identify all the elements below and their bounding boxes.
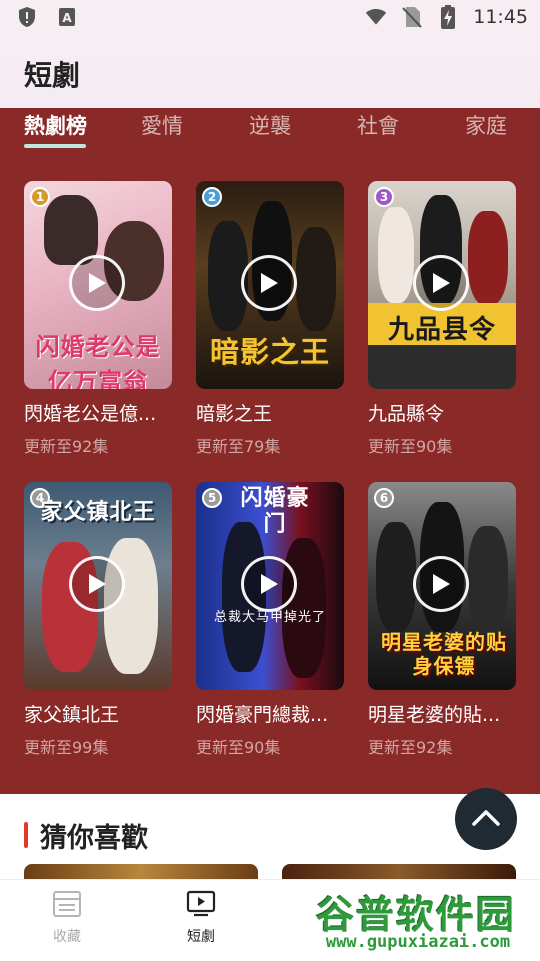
- tab-society[interactable]: 社會: [357, 110, 399, 140]
- category-tabs: 熱劇榜 愛情 逆襲 社會 家庭: [0, 108, 540, 152]
- drama-title[interactable]: 閃婚老公是億...: [24, 399, 172, 426]
- watermark-logo-text: 谷普软件园: [315, 893, 516, 937]
- poster-banner: [368, 345, 516, 389]
- drama-poster[interactable]: 6 明星老婆的贴身保镖: [368, 482, 516, 690]
- poster-figure: [468, 526, 508, 634]
- drama-card[interactable]: 2 暗影之王 暗影之王 更新至79集: [196, 181, 344, 461]
- play-icon[interactable]: [241, 556, 297, 612]
- tab-comeback[interactable]: 逆襲: [249, 110, 291, 140]
- drama-title[interactable]: 家父鎮北王: [24, 700, 172, 727]
- drama-card[interactable]: 5 闪婚豪门 总裁大马甲掉光了 閃婚豪門總裁... 更新至90集: [196, 482, 344, 762]
- watermark-url: www.gupuxiazai.com: [325, 932, 511, 952]
- episode-count: 更新至90集: [368, 437, 453, 456]
- status-bar: A 11:45: [0, 0, 540, 36]
- tab-hot-ranking[interactable]: 熱劇榜: [24, 110, 87, 140]
- list-icon: [52, 891, 82, 922]
- battery-charging-icon: [437, 5, 459, 29]
- nav-favorites[interactable]: 收藏: [27, 890, 107, 946]
- active-tab-indicator: [24, 144, 86, 148]
- drama-title[interactable]: 九品縣令: [368, 399, 516, 426]
- no-sim-icon: [401, 6, 423, 28]
- drama-title[interactable]: 暗影之王: [196, 399, 344, 426]
- section-title: 猜你喜歡: [40, 823, 148, 854]
- play-icon[interactable]: [69, 556, 125, 612]
- poster-title-text: 明星老婆的贴身保镖: [381, 630, 507, 678]
- nav-label: 短劇: [187, 929, 215, 945]
- play-icon[interactable]: [69, 255, 125, 311]
- play-icon[interactable]: [413, 556, 469, 612]
- keyboard-a-icon: A: [56, 6, 78, 28]
- chevron-up-icon: [471, 807, 501, 831]
- rank-badge: 1: [30, 187, 50, 207]
- drama-title[interactable]: 明星老婆的貼...: [368, 700, 516, 727]
- play-icon[interactable]: [413, 255, 469, 311]
- nav-short-drama[interactable]: 短劇: [161, 890, 241, 946]
- drama-title[interactable]: 閃婚豪門總裁...: [196, 700, 344, 727]
- watermark: 谷普软件园 www.gupuxiazai.com: [296, 884, 540, 960]
- tab-family[interactable]: 家庭: [465, 110, 507, 140]
- poster-figure: [468, 211, 508, 305]
- page-title: 短劇: [24, 59, 81, 92]
- poster-title-text: 家父镇北王: [40, 500, 156, 525]
- rank-badge: 5: [202, 488, 222, 508]
- drama-card[interactable]: 6 明星老婆的贴身保镖 明星老婆的貼... 更新至92集: [368, 482, 516, 762]
- drama-poster[interactable]: 4 家父镇北王: [24, 482, 172, 690]
- rank-badge: 2: [202, 187, 222, 207]
- drama-card[interactable]: 3 九品县令 九品縣令 更新至90集: [368, 181, 516, 461]
- episode-count: 更新至99集: [24, 738, 109, 757]
- rank-badge: 3: [374, 187, 394, 207]
- ranking-panel: 熱劇榜 愛情 逆襲 社會 家庭 1 闪婚老公是亿万富翁 閃婚老公是億... 更新…: [0, 108, 540, 794]
- play-icon[interactable]: [241, 255, 297, 311]
- tab-romance[interactable]: 愛情: [141, 110, 183, 140]
- poster-title-text: 暗影之王: [209, 335, 330, 369]
- shield-icon: [16, 6, 38, 28]
- episode-count: 更新至90集: [196, 738, 281, 757]
- episode-count: 更新至79集: [196, 437, 281, 456]
- episode-count: 更新至92集: [24, 437, 109, 456]
- drama-poster[interactable]: 5 闪婚豪门 总裁大马甲掉光了: [196, 482, 344, 690]
- app-header: 短劇: [0, 36, 540, 108]
- nav-label: 收藏: [53, 929, 81, 945]
- episode-count: 更新至92集: [368, 738, 453, 757]
- drama-poster[interactable]: 2 暗影之王: [196, 181, 344, 389]
- poster-title-text: 闪婚老公是亿万富翁: [35, 333, 161, 389]
- poster-title-text: 九品县令: [387, 315, 496, 345]
- poster-figure: [44, 195, 98, 265]
- tv-play-icon: [186, 890, 216, 922]
- scroll-to-top-button[interactable]: [455, 788, 517, 850]
- poster-figure: [378, 207, 414, 303]
- poster-title-text: 闪婚豪门: [240, 486, 310, 537]
- svg-text:A: A: [62, 11, 72, 25]
- clock: 11:45: [473, 6, 528, 28]
- drama-poster[interactable]: 3 九品县令: [368, 181, 516, 389]
- wifi-icon: [365, 6, 387, 28]
- drama-card[interactable]: 1 闪婚老公是亿万富翁 閃婚老公是億... 更新至92集: [24, 181, 172, 461]
- section-accent-bar: [24, 822, 28, 848]
- rank-badge: 6: [374, 488, 394, 508]
- poster-figure: [296, 227, 336, 331]
- poster-figure: [376, 522, 416, 632]
- drama-poster[interactable]: 1 闪婚老公是亿万富翁: [24, 181, 172, 389]
- drama-card[interactable]: 4 家父镇北王 家父鎮北王 更新至99集: [24, 482, 172, 762]
